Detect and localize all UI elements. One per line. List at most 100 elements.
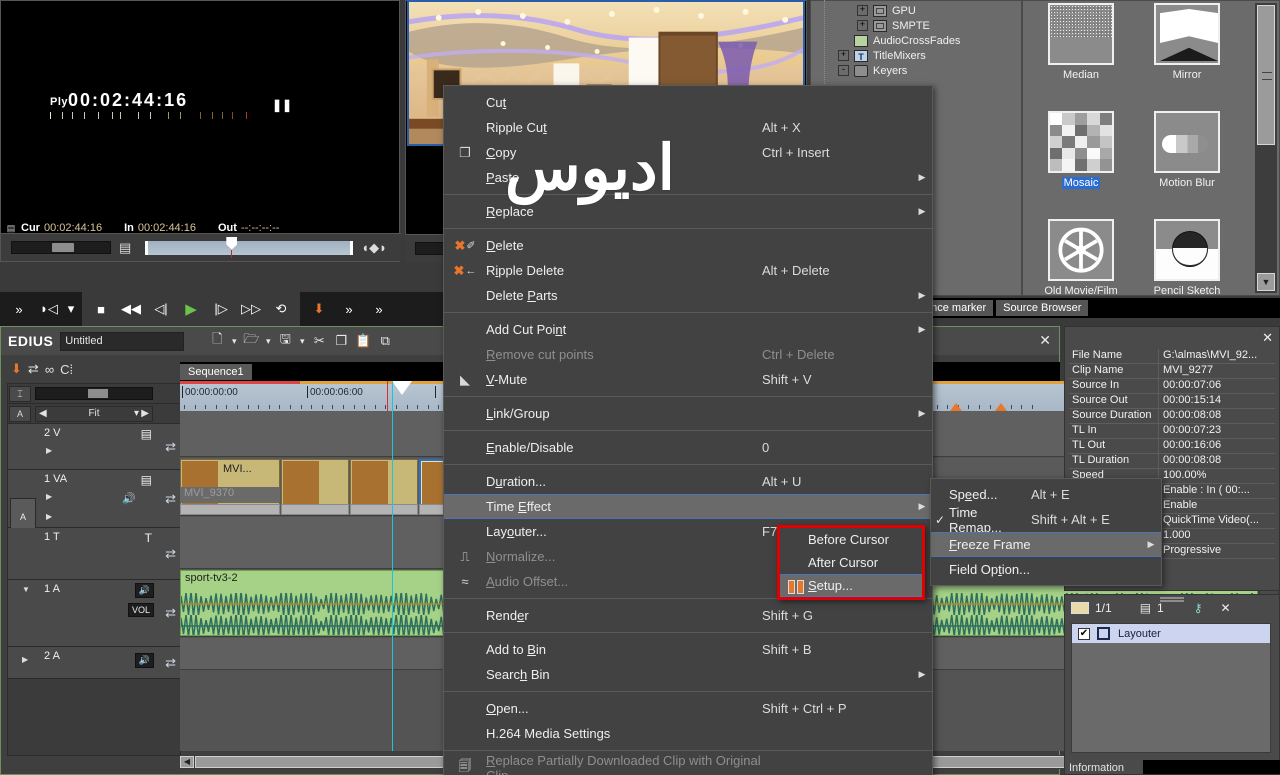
track-header-2a[interactable]: ▶ 2 A 🔊 ⇄ — [8, 647, 180, 679]
copy-icon[interactable]: ❐ — [330, 330, 352, 352]
effect-item-median[interactable]: Median — [1031, 3, 1131, 83]
chevron-down-icon[interactable]: ▾ — [64, 296, 78, 322]
menu-item-paste[interactable]: Paste ▶ — [444, 165, 932, 190]
menu-item-v-mute[interactable]: ◣ V-Mute Shift + V — [444, 367, 932, 392]
menu-item-open[interactable]: Open... Shift + Ctrl + P — [444, 696, 932, 721]
layouter-list[interactable]: ✔ Layouter — [1071, 623, 1271, 753]
paste-icon[interactable]: 📋 — [352, 330, 374, 352]
layouter-close-icon[interactable]: ✕ — [1221, 601, 1231, 615]
menu-item-replace[interactable]: Replace ▶ — [444, 199, 932, 224]
insert-to-timeline-button[interactable]: ⬇ — [304, 296, 334, 322]
sync-icon[interactable]: ⇄ — [165, 605, 176, 621]
effect-thumbnail[interactable] — [1154, 111, 1220, 173]
zoom-prev-icon[interactable]: ◀ — [39, 408, 47, 419]
menu-item-delete[interactable]: ✖ ✐ Delete — [444, 233, 932, 258]
rewind-button[interactable]: ◀◀ — [116, 296, 146, 322]
menu-item-h-264-media-settings[interactable]: H.264 Media Settings — [444, 721, 932, 746]
player-scrub-bar[interactable] — [145, 236, 354, 258]
expander-icon[interactable]: - — [838, 65, 849, 76]
tree-item[interactable]: + SMPTE — [811, 18, 1021, 33]
timeline-close-icon[interactable]: ✕ — [1039, 332, 1051, 349]
fast-forward-button[interactable]: ▷▷ — [236, 296, 266, 322]
track-expander-icon[interactable]: ▶ — [22, 655, 28, 664]
menu-item-ripple-cut[interactable]: Ripple Cut Alt + X — [444, 115, 932, 140]
tree-item[interactable]: - Keyers — [811, 63, 1021, 78]
audio-lock-icon[interactable]: A — [9, 405, 31, 422]
menu-item-copy[interactable]: ❐ Copy Ctrl + Insert — [444, 140, 932, 165]
effect-item-old-movie[interactable]: Old Movie/Film — [1031, 219, 1131, 299]
effect-item-pencil-sketch[interactable]: Pencil Sketch — [1137, 219, 1237, 299]
audio-part[interactable] — [281, 504, 349, 515]
track-expander-icon-video[interactable]: ▶ — [46, 492, 52, 501]
scroll-down-icon[interactable]: ▼ — [1257, 273, 1275, 291]
zoom-dropdown-icon[interactable]: ▾ — [134, 408, 139, 419]
ripple-mode-icon[interactable]: ⇄ — [28, 361, 39, 377]
sequence-marker[interactable] — [950, 403, 962, 411]
stop-button[interactable]: ■ — [86, 296, 116, 322]
track-expander-icon-audio[interactable]: ▶ — [46, 512, 52, 521]
menu-item-enable-disable[interactable]: Enable/Disable 0 — [444, 435, 932, 460]
player-trim-icon[interactable]: ◖◆◗ — [361, 240, 387, 256]
effect-item-motion-blur[interactable]: Motion Blur — [1137, 111, 1237, 191]
sequence-marker[interactable] — [995, 403, 1007, 411]
timeline-playhead[interactable] — [392, 381, 412, 395]
timeline-fit-row[interactable]: A ◀ Fit ▾ ▶ — [8, 404, 180, 424]
more-icon-1[interactable]: » — [334, 296, 364, 322]
submenu-item-field-option[interactable]: Field Option... — [931, 557, 1161, 582]
loop-button[interactable]: ⟲ — [266, 296, 296, 322]
track-header-2v[interactable]: 2 V ▶ ▤ ⇄ — [8, 424, 180, 470]
menu-item-delete-parts[interactable]: Delete Parts ▶ — [444, 283, 932, 308]
layers-icon[interactable]: ▤ — [1140, 601, 1151, 615]
project-name-field[interactable]: Untitled — [60, 331, 185, 351]
more-icon-2[interactable]: » — [364, 296, 394, 322]
expander-icon[interactable]: + — [857, 5, 868, 16]
tree-item[interactable]: + TitleMixers — [811, 48, 1021, 63]
timeline-toolbar[interactable]: 🗋 ▾ 🗁 ▾ 🖫 ▾ ✂ ❐ 📋 ⧉ — [206, 330, 396, 352]
sync-icon[interactable]: ⇄ — [165, 655, 176, 671]
effect-thumbnail[interactable] — [1154, 3, 1220, 65]
scrollbar-thumb[interactable] — [1257, 5, 1275, 145]
effect-thumbnail[interactable] — [1154, 219, 1220, 281]
transport-toolbar[interactable]: » ◗◁ ▾ ■ ◀◀ ◁| ▶ |▷ ▷▷ ⟲ ⬇ » » — [0, 292, 450, 326]
timeline-zoom-slider[interactable] — [35, 387, 153, 400]
player-zoom-slider[interactable] — [11, 241, 111, 254]
expander-icon[interactable]: + — [857, 20, 868, 31]
volume-button[interactable]: VOL — [127, 603, 154, 617]
open-dropdown-icon[interactable]: ▾ — [262, 330, 274, 352]
snap-mode-icon[interactable]: C⁞ — [60, 362, 73, 377]
track-collapse-icon[interactable]: ▼ — [22, 585, 30, 594]
effects-palette-panel[interactable]: Median Mirror Mosaic Motion Blur Old Mov… — [1022, 0, 1280, 299]
replace-icon[interactable]: ⧉ — [374, 330, 396, 352]
track-header-1a[interactable]: ▼ 1 A 🔊 VOL ⇄ — [8, 580, 180, 647]
layouter-list-item[interactable]: ✔ Layouter — [1072, 624, 1270, 643]
timeline-zoom-row[interactable]: ⌶ — [8, 384, 180, 404]
zoom-next-icon[interactable]: ▶ — [141, 408, 149, 419]
cut-icon[interactable]: ✂ — [308, 330, 330, 352]
tree-item[interactable]: + GPU — [811, 3, 1021, 18]
freeze-item-after-cursor[interactable]: After Cursor — [780, 551, 922, 574]
submenu-item-speed[interactable]: Speed... Alt + E — [931, 482, 1161, 507]
track-expander-icon[interactable]: ▶ — [46, 446, 52, 455]
tab-sequence1[interactable]: Sequence1 — [180, 363, 252, 380]
zoom-knob[interactable] — [88, 389, 108, 398]
menu-item-search-bin[interactable]: Search Bin ▶ — [444, 662, 932, 687]
mute-icon[interactable]: 🔊 — [134, 583, 154, 598]
checkbox-icon[interactable]: ✔ — [1078, 627, 1090, 640]
timeline-mode-toolbar[interactable]: ⬇ ⇄ ∞ C⁞ — [1, 355, 181, 383]
effect-thumbnail[interactable] — [1048, 219, 1114, 281]
mark-in-out-icon[interactable]: ◗◁ — [34, 296, 64, 322]
sync-icon[interactable]: ⇄ — [165, 546, 176, 562]
save-project-icon[interactable]: 🖫 — [274, 330, 296, 352]
clip-context-menu[interactable]: Cut Ripple Cut Alt + X ❐ Copy Ctrl + Insert Pa… — [443, 85, 933, 775]
menu-item-duration[interactable]: Duration... Alt + U — [444, 469, 932, 494]
track-header-1t[interactable]: 1 T T ⇄ — [8, 528, 180, 580]
play-button[interactable]: ▶ — [176, 296, 206, 322]
menu-item-time-effect[interactable]: Time Effect ▶ — [444, 494, 932, 519]
save-dropdown-icon[interactable]: ▾ — [296, 330, 308, 352]
effects-palette-scrollbar[interactable]: ▼ — [1255, 3, 1277, 293]
effect-thumbnail[interactable] — [1048, 111, 1114, 173]
audio-part[interactable] — [180, 504, 280, 515]
tree-item[interactable]: AudioCrossFades — [811, 33, 1021, 48]
effect-thumbnail[interactable] — [1048, 3, 1114, 65]
zoom-fit-selector[interactable]: ◀ Fit ▾ ▶ — [35, 405, 153, 422]
